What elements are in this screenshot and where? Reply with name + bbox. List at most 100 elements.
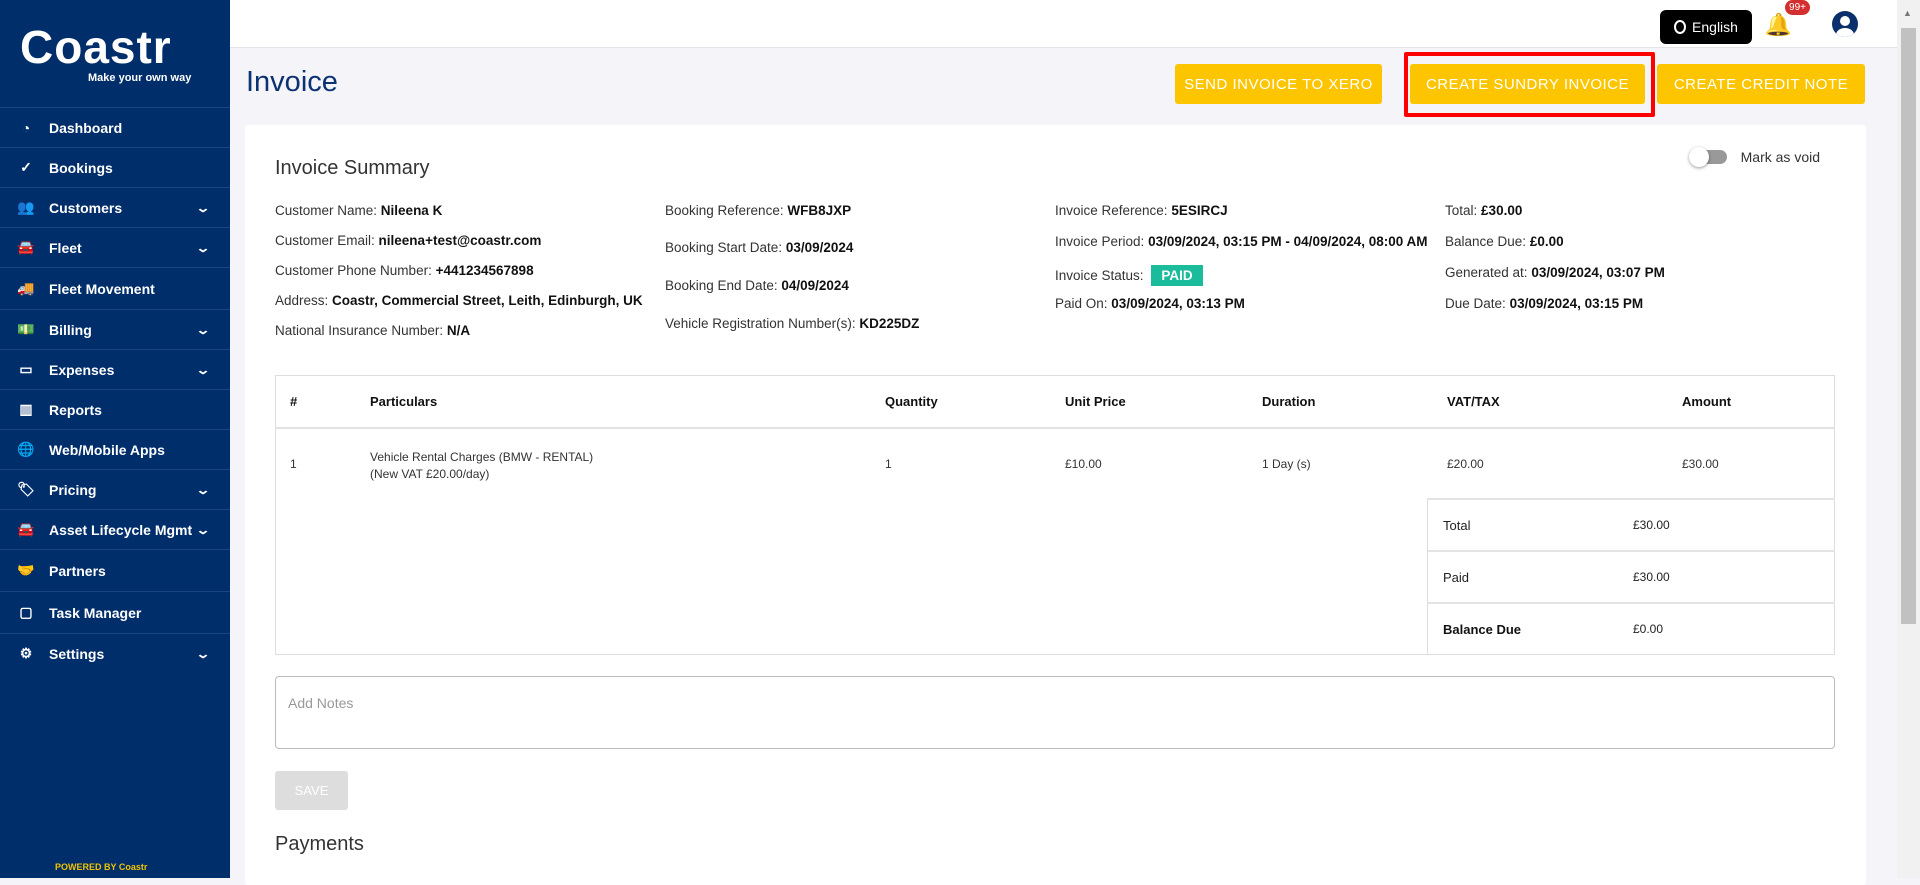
row-amount: £30.00 (1682, 456, 1719, 471)
user-avatar-icon[interactable] (1832, 11, 1858, 37)
globe-icon: 🌐 (17, 441, 35, 457)
scrollbar-thumb[interactable] (1901, 28, 1916, 624)
info-value: 03/09/2024, 03:07 PM (1531, 265, 1665, 280)
mark-as-void-label: Mark as void (1740, 149, 1820, 165)
column-header: VAT/TAX (1432, 375, 1667, 429)
sidebar-item-label: Fleet Movement (49, 280, 155, 297)
language-label: English (1692, 19, 1738, 35)
column-header: Quantity (870, 375, 1050, 429)
sidebar-item-pricing[interactable]: 🏷 Pricing ⌄ (0, 469, 230, 509)
totals-label: Balance Due (1443, 622, 1522, 637)
save-button[interactable]: SAVE (275, 771, 348, 810)
sidebar-item-customers[interactable]: 👥 Customers ⌄ (0, 187, 230, 227)
top-bar: English 🔔 99+ (230, 0, 1897, 48)
globe-icon (1674, 20, 1687, 34)
info-field: Invoice Period: 03/09/2024, 03:15 PM - 0… (1055, 234, 1428, 249)
handshake-icon: 🤝 (17, 562, 35, 578)
info-field: Total: £30.00 (1445, 203, 1522, 218)
info-field: Paid On: 03/09/2024, 03:13 PM (1055, 296, 1245, 311)
info-label: Paid On: (1055, 296, 1108, 311)
info-field: Customer Email: nileena+test@coastr.com (275, 233, 541, 248)
table-header-row: # Particulars Quantity Unit Price Duration VA… (275, 375, 1835, 429)
row-unit-price: £10.00 (1065, 456, 1102, 471)
money-icon: 💵 (17, 321, 35, 337)
gauge-icon: ◔ (21, 119, 31, 136)
sidebar-menu: ◔ Dashboard ✓ Bookings 👥 Customers ⌄ 🚘 Fleet ⌄ 🚚 Fl… (0, 107, 230, 673)
logo-tagline: Make your own way (88, 72, 192, 84)
logo-text: Coastr (20, 21, 172, 73)
info-label: Booking Start Date: (665, 240, 783, 255)
sidebar-item-label: Pricing (49, 481, 97, 498)
chevron-down-icon: ⌄ (195, 362, 211, 377)
sidebar-item-bookings[interactable]: ✓ Bookings (0, 147, 230, 187)
sidebar-item-fleet[interactable]: 🚘 Fleet ⌄ (0, 227, 230, 267)
sidebar-item-fleet-movement[interactable]: 🚚 Fleet Movement (0, 267, 230, 309)
mark-as-void-toggle[interactable]: Mark as void (1688, 147, 1820, 167)
info-value: KD225DZ (859, 316, 920, 331)
invoice-card: Invoice Summary Mark as void Customer Na… (245, 125, 1866, 885)
chevron-down-icon: ⌄ (195, 200, 211, 215)
payments-title: Payments (275, 833, 364, 855)
sidebar-item-asset-lifecycle-mgmt[interactable]: 🚘 Asset Lifecycle Mgmt ⌄ (0, 509, 230, 549)
bell-icon[interactable]: 🔔 (1765, 12, 1792, 38)
check-circle-icon: ✓ (20, 159, 32, 175)
info-value: nileena+test@coastr.com (378, 233, 542, 248)
sidebar-item-task-manager[interactable]: ▢ Task Manager (0, 591, 230, 633)
car-icon: 🚘 (17, 239, 35, 255)
sidebar: Coastr Make your own way ◔ Dashboard ✓ Book… (0, 0, 230, 878)
info-label: Vehicle Registration Number(s): (665, 316, 856, 331)
sidebar-item-partners[interactable]: 🤝 Partners (0, 549, 230, 591)
truck-icon: 🚚 (17, 280, 35, 296)
info-label: Address: (275, 293, 329, 308)
totals-label: Paid (1443, 570, 1470, 585)
sidebar-item-expenses[interactable]: ▭ Expenses ⌄ (0, 349, 230, 389)
info-label: Invoice Reference: (1055, 203, 1168, 218)
powered-by-logo: POWERED BY Coastr (55, 862, 148, 872)
toggle-switch[interactable] (1688, 147, 1727, 167)
info-label: Customer Name: (275, 203, 378, 218)
chevron-down-icon: ⌄ (195, 482, 211, 497)
sidebar-item-label: Web/Mobile Apps (49, 441, 165, 458)
sidebar-item-reports[interactable]: ▥ Reports (0, 389, 230, 429)
info-field: Booking End Date: 04/09/2024 (665, 278, 849, 293)
send-to-xero-button[interactable]: SEND INVOICE TO XERO (1175, 64, 1382, 104)
sidebar-item-label: Task Manager (49, 604, 142, 621)
credit-card-icon: ▭ (19, 361, 33, 377)
scroll-up-icon[interactable]: ▲ (1903, 8, 1912, 18)
info-value: 03/09/2024, 03:13 PM (1111, 296, 1245, 311)
create-sundry-invoice-button[interactable]: CREATE SUNDRY INVOICE (1410, 64, 1645, 104)
chevron-down-icon: ⌄ (195, 322, 211, 337)
gear-icon: ⚙ (19, 645, 33, 661)
info-value: 03/09/2024, 03:15 PM - 04/09/2024, 08:00… (1148, 234, 1428, 249)
particulars-sub: (New VAT £20.00/day) (370, 466, 490, 481)
sidebar-item-label: Asset Lifecycle Mgmt (49, 521, 193, 538)
row-vat: £20.00 (1447, 456, 1484, 471)
info-field: National Insurance Number: N/A (275, 323, 470, 338)
sidebar-item-label: Customers (49, 199, 123, 216)
info-label: Customer Email: (275, 233, 375, 248)
info-field: Due Date: 03/09/2024, 03:15 PM (1445, 296, 1643, 311)
create-credit-note-button[interactable]: CREATE CREDIT NOTE (1657, 64, 1865, 104)
info-field: Customer Name: Nileena K (275, 203, 442, 218)
table-row: 1 Vehicle Rental Charges (BMW - RENTAL) (… (275, 428, 1835, 498)
sidebar-item-dashboard[interactable]: ◔ Dashboard (0, 107, 230, 147)
booking-reference-link[interactable]: WFB8JXP (787, 203, 851, 218)
totals-row: Total £30.00 (1427, 498, 1835, 550)
info-value: 04/09/2024 (781, 278, 849, 293)
add-notes-input[interactable]: Add Notes (275, 676, 1835, 749)
sidebar-item-label: Dashboard (49, 119, 123, 136)
sidebar-item-web-mobile-apps[interactable]: 🌐 Web/Mobile Apps (0, 429, 230, 469)
column-header: Duration (1247, 375, 1432, 429)
scrollbar[interactable]: ▲ (1897, 0, 1920, 878)
sidebar-item-settings[interactable]: ⚙ Settings ⌄ (0, 633, 230, 673)
tag-icon: 🏷 (17, 481, 35, 497)
info-field: Vehicle Registration Number(s): KD225DZ (665, 316, 919, 331)
coastr-logo[interactable]: Coastr Make your own way (18, 20, 218, 90)
language-selector[interactable]: English (1660, 10, 1752, 44)
sidebar-item-billing[interactable]: 💵 Billing ⌄ (0, 309, 230, 349)
sidebar-item-label: Reports (49, 401, 102, 418)
info-field: Balance Due: £0.00 (1445, 234, 1564, 249)
sidebar-item-label: Settings (49, 645, 105, 662)
info-value: N/A (446, 323, 471, 338)
column-header: Unit Price (1050, 375, 1247, 429)
